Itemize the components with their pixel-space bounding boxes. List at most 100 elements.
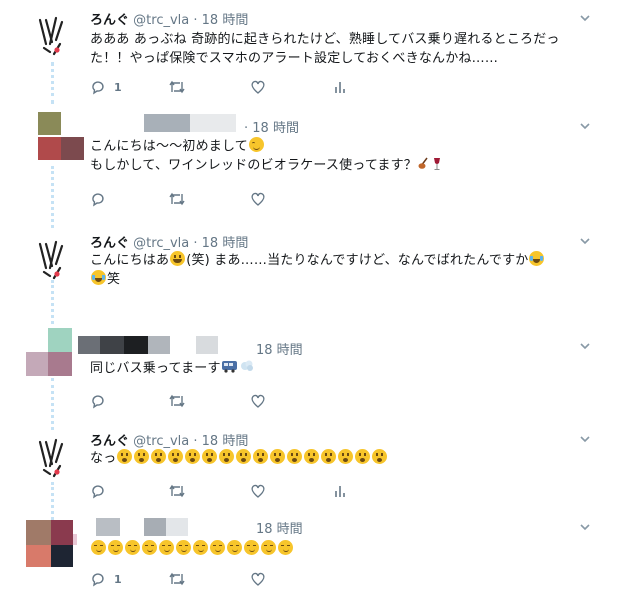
analytics-button[interactable] bbox=[333, 79, 347, 95]
user-handle[interactable]: @trc_vla bbox=[133, 236, 189, 251]
separator-dot: · bbox=[244, 121, 249, 136]
smirk-emoji-icon bbox=[278, 540, 293, 555]
user-handle[interactable] bbox=[196, 336, 218, 354]
display-name[interactable] bbox=[78, 336, 100, 354]
tweet[interactable]: · 18 時間 こんにちは〜〜初めまして もしかして、ワインレッドのビオラケース… bbox=[0, 104, 619, 226]
surprised-emoji-icon bbox=[270, 449, 286, 464]
like-button[interactable] bbox=[250, 571, 266, 587]
chevron-down-icon[interactable] bbox=[579, 340, 591, 352]
wine-glass-emoji-icon bbox=[434, 158, 441, 170]
chevron-down-icon[interactable] bbox=[579, 235, 591, 247]
smirk-emoji-icon bbox=[159, 540, 174, 555]
user-handle[interactable] bbox=[144, 518, 166, 536]
analytics-icon bbox=[335, 82, 345, 93]
display-name[interactable] bbox=[96, 518, 120, 536]
chevron-down-icon[interactable] bbox=[579, 521, 591, 533]
smirk-emoji-icon bbox=[176, 540, 191, 555]
reply-button[interactable] bbox=[90, 191, 106, 207]
tweet[interactable]: ろんぐ @trc_vla · 18 時間 こんにちはあ (笑) まあ……当たりなん… bbox=[0, 226, 619, 326]
display-name[interactable]: ろんぐ bbox=[90, 236, 129, 251]
tweet-text-part: こんにちはあ bbox=[90, 253, 170, 268]
like-button[interactable] bbox=[250, 483, 266, 499]
chevron-down-icon[interactable] bbox=[579, 433, 591, 445]
tweet-text-line1: こんにちは〜〜初めまして bbox=[90, 139, 249, 154]
retweet-button[interactable] bbox=[168, 79, 186, 95]
analytics-button[interactable] bbox=[333, 483, 347, 499]
timestamp[interactable]: 18 時間 bbox=[256, 522, 303, 537]
tweet-text-part: なっ bbox=[90, 451, 117, 466]
reply-icon bbox=[92, 573, 104, 587]
retweet-button[interactable] bbox=[168, 571, 186, 587]
chevron-down-icon[interactable] bbox=[579, 120, 591, 132]
retweet-icon bbox=[169, 572, 185, 586]
separator-dot: · bbox=[193, 434, 198, 449]
avatar[interactable] bbox=[38, 112, 86, 160]
surprised-emoji-icon bbox=[355, 449, 371, 464]
surprised-emoji-icon bbox=[372, 449, 388, 464]
separator-dot: · bbox=[193, 236, 198, 251]
heart-icon bbox=[251, 80, 265, 94]
timestamp[interactable]: 18 時間 bbox=[202, 434, 249, 449]
timestamp[interactable]: 18 時間 bbox=[202, 236, 249, 251]
display-name[interactable] bbox=[124, 336, 148, 354]
like-button[interactable] bbox=[250, 79, 266, 95]
reply-count: 1 bbox=[114, 80, 122, 94]
reply-button[interactable]: 1 bbox=[90, 79, 122, 95]
retweet-button[interactable] bbox=[168, 393, 186, 409]
avatar[interactable] bbox=[26, 328, 76, 378]
avatar[interactable] bbox=[32, 14, 76, 58]
reply-count: 1 bbox=[114, 572, 122, 586]
tweet[interactable]: 18 時間 1 bbox=[0, 512, 619, 591]
tweet-text: なっ bbox=[90, 449, 590, 468]
retweet-button[interactable] bbox=[168, 191, 186, 207]
user-handle[interactable]: @trc_vla bbox=[133, 434, 189, 449]
user-handle[interactable] bbox=[148, 336, 170, 354]
surprised-emoji-icon bbox=[236, 449, 252, 464]
tweet-text-line2: もしかして、ワインレッドのビオラケース使ってます？ bbox=[90, 158, 418, 173]
avatar[interactable] bbox=[26, 520, 78, 572]
user-handle[interactable] bbox=[166, 518, 188, 536]
surprised-emoji-icon bbox=[151, 449, 167, 464]
timestamp[interactable]: 18 時間 bbox=[202, 13, 249, 28]
smirk-emoji-icon bbox=[193, 540, 208, 555]
tweet-text: 同じバス乗ってまーす bbox=[90, 359, 590, 378]
tweet-text: あああ あっぶね 奇跡的に起きられたけど、熟睡してバス乗り遅れるところだった！！… bbox=[90, 32, 560, 66]
heart-icon bbox=[251, 484, 265, 498]
chevron-down-icon[interactable] bbox=[579, 12, 591, 24]
surprised-emoji-icon bbox=[253, 449, 269, 464]
like-button[interactable] bbox=[250, 393, 266, 409]
dash-emoji-icon bbox=[240, 360, 253, 371]
retweet-icon bbox=[169, 192, 185, 206]
tweet[interactable]: ろんぐ @trc_vla · 18 時間 あああ あっぶね 奇跡的に起きられたけ… bbox=[0, 0, 619, 104]
heart-icon bbox=[251, 572, 265, 586]
reply-button[interactable] bbox=[90, 483, 106, 499]
display-name[interactable] bbox=[144, 114, 190, 132]
user-handle[interactable] bbox=[190, 114, 236, 132]
timestamp[interactable]: 18 時間 bbox=[256, 343, 303, 358]
surprised-emoji-icon bbox=[304, 449, 320, 464]
smirk-emoji-icon bbox=[142, 540, 157, 555]
retweet-icon bbox=[169, 80, 185, 94]
joy-emoji-icon bbox=[91, 270, 106, 285]
analytics-icon bbox=[335, 486, 345, 497]
display-name[interactable]: ろんぐ bbox=[90, 13, 129, 28]
retweet-button[interactable] bbox=[168, 483, 186, 499]
tweet-text bbox=[90, 540, 590, 559]
like-button[interactable] bbox=[250, 191, 266, 207]
tweet[interactable]: 18 時間 同じバス乗ってまーす bbox=[0, 326, 619, 430]
reply-button[interactable]: 1 bbox=[90, 571, 122, 587]
surprised-emoji-icon bbox=[321, 449, 337, 464]
smirk-emoji-icon bbox=[91, 540, 106, 555]
display-name[interactable]: ろんぐ bbox=[90, 434, 129, 449]
user-handle[interactable]: @trc_vla bbox=[133, 13, 189, 28]
smirk-emoji-icon bbox=[125, 540, 140, 555]
display-name[interactable] bbox=[100, 336, 124, 354]
reply-button[interactable] bbox=[90, 393, 106, 409]
surprised-emoji-icon bbox=[219, 449, 235, 464]
retweet-icon bbox=[169, 484, 185, 498]
tweet-text: こんにちはあ (笑) まあ……当たりなんですけど、なんでばれたんですか 笑 bbox=[90, 251, 590, 289]
avatar[interactable] bbox=[32, 238, 76, 282]
avatar[interactable] bbox=[32, 436, 76, 480]
timestamp[interactable]: 18 時間 bbox=[252, 121, 299, 136]
tweet[interactable]: ろんぐ @trc_vla · 18 時間 なっ bbox=[0, 424, 619, 520]
